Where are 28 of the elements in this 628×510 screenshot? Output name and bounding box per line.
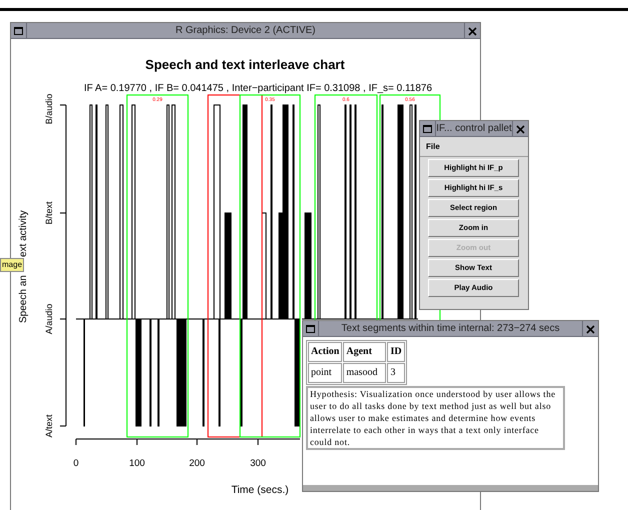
y-tick-label: B/text: [44, 202, 54, 224]
y-axis-label: Speech an: [18, 275, 29, 323]
x-tick-label: 0: [73, 458, 79, 469]
window-title: IF... control pallet: [436, 122, 512, 136]
y-tick-label: A/audio: [44, 304, 54, 334]
chart-title: Speech and text interleave chart: [145, 57, 345, 72]
window-menu-icon[interactable]: [11, 23, 27, 39]
chart-subtitle: IF A= 0.19770 , IF B= 0.041475 , Inter−participant IF= 0.31098 , IF_s= 0.11876: [84, 83, 432, 94]
x-tick-label: 200: [189, 458, 205, 469]
window-title: R Graphics: Device 2 (ACTIVE): [174, 24, 317, 38]
column-header: Agent: [343, 342, 386, 362]
window-title: Text segments within time internal: 273−274 secs: [340, 322, 561, 336]
x-axis-label: Time (secs.): [231, 484, 289, 496]
x-tick-label: 100: [129, 458, 145, 469]
table-cell: 3: [387, 363, 405, 383]
tooltip: mage: [0, 258, 24, 272]
table-cell: masood: [343, 363, 386, 383]
hypothesis-text: Hypothesis: Visualization once understood by user allows the user to do all tasks done by text method just as well but also allows user to make estimates and determine how events interrelate to each other in ways that a text only interface could not.: [306, 386, 565, 450]
y-tick-label: B/audio: [44, 94, 54, 124]
column-header: ID: [387, 342, 405, 362]
y-tick-label: A/text: [44, 414, 54, 438]
table-cell: point: [308, 363, 342, 383]
y-axis-label: ext activity: [18, 210, 29, 257]
column-header: Action: [308, 342, 342, 362]
window-menu-icon[interactable]: [303, 321, 319, 337]
window-menu-icon[interactable]: [420, 121, 436, 137]
menu-item[interactable]: File: [426, 140, 440, 152]
x-tick-label: 300: [250, 458, 266, 469]
